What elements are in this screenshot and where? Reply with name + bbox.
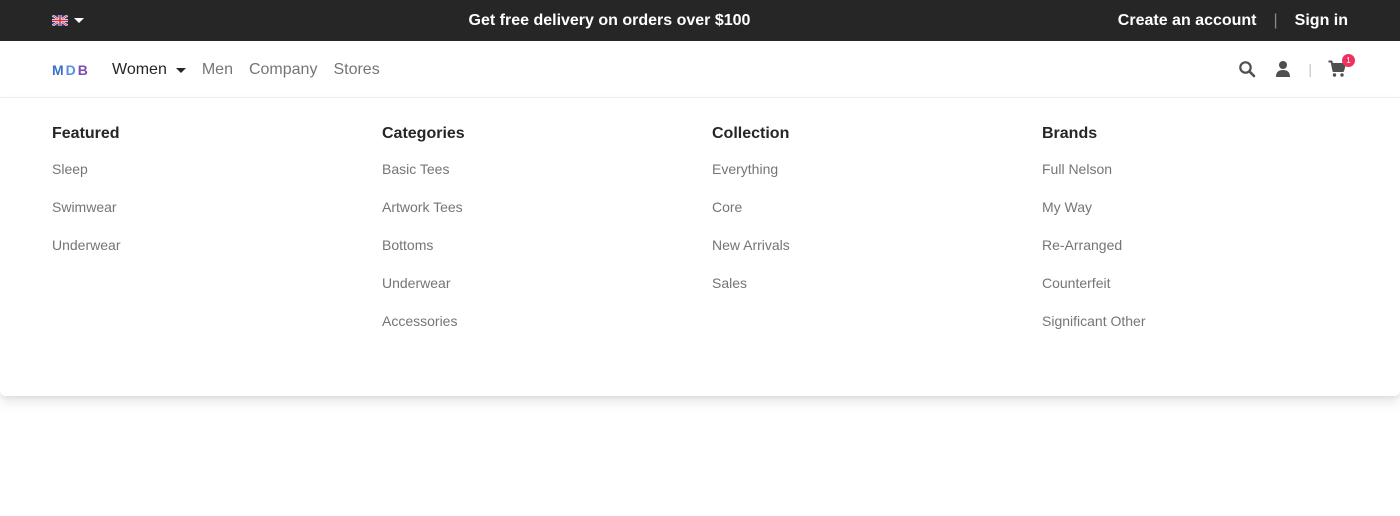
menu-link[interactable]: Underwear (52, 236, 352, 254)
menu-link[interactable]: Accessories (382, 312, 682, 330)
column-heading: Brands (1042, 125, 1098, 142)
cart-count-badge: 1 (1342, 54, 1355, 67)
chevron-down-icon (175, 68, 186, 73)
nav-item-men[interactable]: Men (202, 60, 233, 80)
menu-link[interactable]: My Way (1042, 198, 1342, 216)
menu-link[interactable]: Bottoms (382, 236, 682, 254)
menu-link[interactable]: Full Nelson (1042, 160, 1342, 178)
menu-link[interactable]: Sales (712, 274, 1012, 292)
menu-link[interactable]: Core (712, 198, 1012, 216)
brand-logo[interactable]: M D B (52, 63, 90, 77)
women-mega-menu: Featured Sleep Swimwear Underwear Catego… (0, 98, 1400, 396)
menu-link[interactable]: Swimwear (52, 198, 352, 216)
logo-letter-d: D (65, 62, 78, 78)
nav-item-company[interactable]: Company (249, 60, 317, 80)
column-heading: Categories (382, 125, 465, 142)
nav-links: Women Men Company Stores (112, 60, 396, 80)
column-heading: Featured (52, 125, 120, 142)
menu-link[interactable]: Everything (712, 160, 1012, 178)
nav-item-women[interactable]: Women (112, 60, 186, 80)
sign-in-link[interactable]: Sign in (1295, 11, 1348, 31)
main-navbar: M D B Women Men Company Stores | 1 (0, 41, 1400, 98)
logo-letter-b: B (77, 62, 90, 78)
nav-item-women-label: Women (112, 61, 167, 78)
menu-link[interactable]: Re-Arranged (1042, 236, 1342, 254)
menu-column-brands: Brands Full Nelson My Way Re-Arranged Co… (1042, 124, 1342, 350)
divider: | (1273, 12, 1278, 29)
promo-text: Get free delivery on orders over $100 (468, 12, 751, 29)
menu-link[interactable]: Underwear (382, 274, 682, 292)
menu-link[interactable]: Basic Tees (382, 160, 682, 178)
menu-column-featured: Featured Sleep Swimwear Underwear (52, 124, 352, 274)
menu-link[interactable]: Counterfeit (1042, 274, 1342, 292)
account-links: Create an account | Sign in (1118, 11, 1348, 31)
announcement-bar: Get free delivery on orders over $100 Cr… (0, 0, 1400, 41)
create-account-link[interactable]: Create an account (1118, 11, 1257, 31)
divider: | (1308, 61, 1312, 77)
menu-link[interactable]: New Arrivals (712, 236, 1012, 254)
search-icon[interactable] (1238, 60, 1256, 78)
menu-column-categories: Categories Basic Tees Artwork Tees Botto… (382, 124, 682, 350)
nav-item-stores[interactable]: Stores (333, 60, 379, 80)
menu-link[interactable]: Artwork Tees (382, 198, 682, 216)
column-heading: Collection (712, 125, 790, 142)
menu-link[interactable]: Sleep (52, 160, 352, 178)
cart-button[interactable]: 1 (1328, 54, 1355, 78)
user-icon[interactable] (1274, 60, 1292, 78)
menu-link[interactable]: Significant Other (1042, 312, 1342, 330)
menu-column-collection: Collection Everything Core New Arrivals … (712, 124, 1012, 312)
nav-icons: | 1 (1238, 54, 1355, 78)
logo-letter-m: M (52, 62, 66, 78)
